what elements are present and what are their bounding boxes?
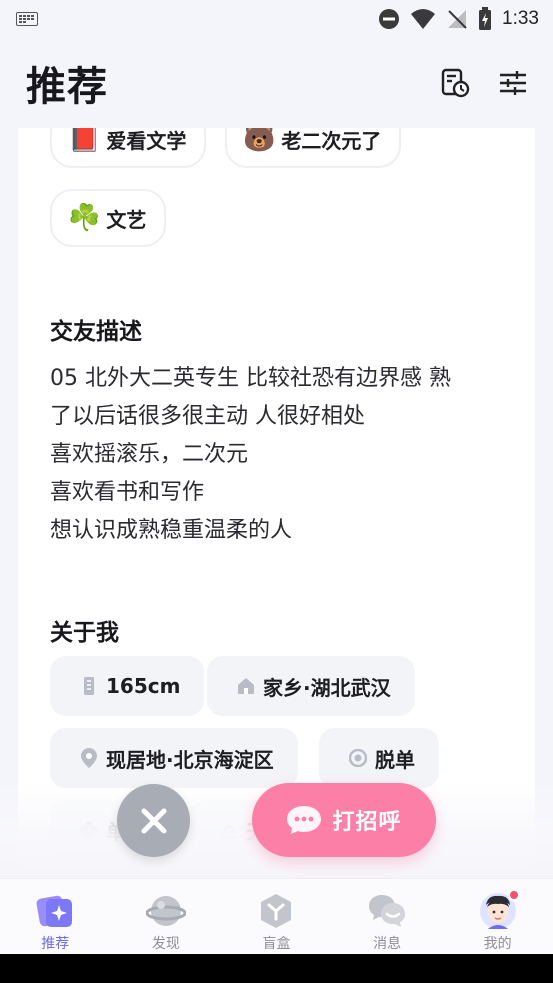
shamrock-icon: ☘️: [68, 203, 101, 233]
flower-icon: [80, 821, 98, 839]
tag-label: 老二次元了: [281, 128, 382, 153]
header: 推荐: [0, 38, 553, 128]
libra-icon: [220, 821, 238, 839]
residence-value: 现居地·北京海淀区: [106, 747, 274, 772]
interest-tag: 📕 爱看文学: [50, 128, 207, 168]
wifi-icon: [411, 9, 436, 29]
dislike-button[interactable]: [117, 784, 190, 857]
interest-tag: ☘️ 文艺: [50, 189, 167, 247]
bear-icon: 🐻: [243, 128, 276, 154]
do-not-disturb-icon: [379, 9, 400, 29]
keyboard-icon: [16, 12, 38, 26]
battery-icon: [479, 7, 492, 30]
relationship-value: 脱单: [375, 747, 415, 772]
description-line: 喜欢摇滚乐，二次元: [50, 442, 249, 467]
tab-label: 我的: [483, 936, 512, 952]
location-pin-icon: [80, 748, 98, 768]
hometown-value: 家乡·湖北武汉: [263, 675, 391, 700]
target-icon: [349, 749, 367, 767]
greet-button[interactable]: 打招呼: [252, 783, 436, 857]
tab-recommend[interactable]: 推荐: [0, 879, 110, 954]
description-line: 想认识成熟稳重温柔的人: [50, 518, 293, 543]
tag-label: 爱看文学: [106, 128, 187, 153]
description-text: 05 北外大二英专生 比较社恐有边界感 熟 了以后话很多很主动 人很好相处 喜欢…: [50, 360, 510, 550]
box-icon: [256, 891, 296, 931]
page-title: 推荐: [26, 64, 108, 110]
description-title: 交友描述: [50, 319, 142, 345]
description-line: 喜欢看书和写作: [50, 480, 205, 505]
interest-tag: 🐻 老二次元了: [225, 128, 402, 168]
tab-profile[interactable]: 我的: [443, 879, 553, 954]
tab-label: 消息: [373, 936, 402, 952]
book-icon: 📕: [68, 128, 101, 154]
tab-label: 盲盒: [262, 936, 291, 952]
status-time: 1:33: [502, 8, 539, 29]
height-chip: 165cm: [50, 656, 205, 716]
avatar: [478, 889, 520, 931]
description-line: 了以后话很多很主动 人很好相处: [50, 404, 365, 429]
tab-blindbox[interactable]: 盲盒: [221, 879, 331, 954]
profile-card[interactable]: 📕 爱看文学 🐻 老二次元了 ☘️ 文艺 交友描述 05 北外大二英专生 比较社…: [18, 128, 535, 873]
ruler-icon: [80, 677, 98, 695]
tab-messages[interactable]: 消息: [332, 879, 442, 954]
close-icon: [141, 808, 166, 833]
no-signal-icon: [448, 10, 467, 29]
history-icon: [441, 68, 470, 98]
about-title: 关于我: [50, 620, 119, 646]
tab-label: 发现: [151, 936, 180, 952]
description-line: 05 北外大二英专生 比较社恐有边界感 熟: [50, 366, 451, 391]
relationship-chip: 脱单: [319, 728, 439, 788]
tag-label: 文艺: [106, 207, 147, 232]
status-bar: 1:33: [0, 0, 553, 38]
chat-bubble-icon: [287, 806, 322, 834]
notification-badge: [507, 889, 520, 901]
residence-chip: 现居地·北京海淀区: [50, 728, 298, 788]
tab-discover[interactable]: 发现: [111, 879, 221, 954]
planet-icon: [145, 891, 187, 931]
hometown-chip: 家乡·湖北武汉: [207, 656, 415, 716]
tab-label: 推荐: [41, 936, 70, 952]
greet-label: 打招呼: [332, 810, 402, 835]
bottom-tab-bar: 推荐 发现 盲盒 消息 我的: [0, 878, 553, 954]
message-bubbles-icon: [367, 891, 407, 931]
cards-sparkle-icon: [35, 891, 75, 931]
height-value: 165cm: [106, 674, 181, 698]
system-nav-bar: [0, 954, 553, 983]
history-button[interactable]: [439, 67, 471, 99]
filter-button[interactable]: [497, 67, 529, 99]
filter-sliders-icon: [500, 71, 526, 95]
home-icon: [237, 677, 255, 695]
